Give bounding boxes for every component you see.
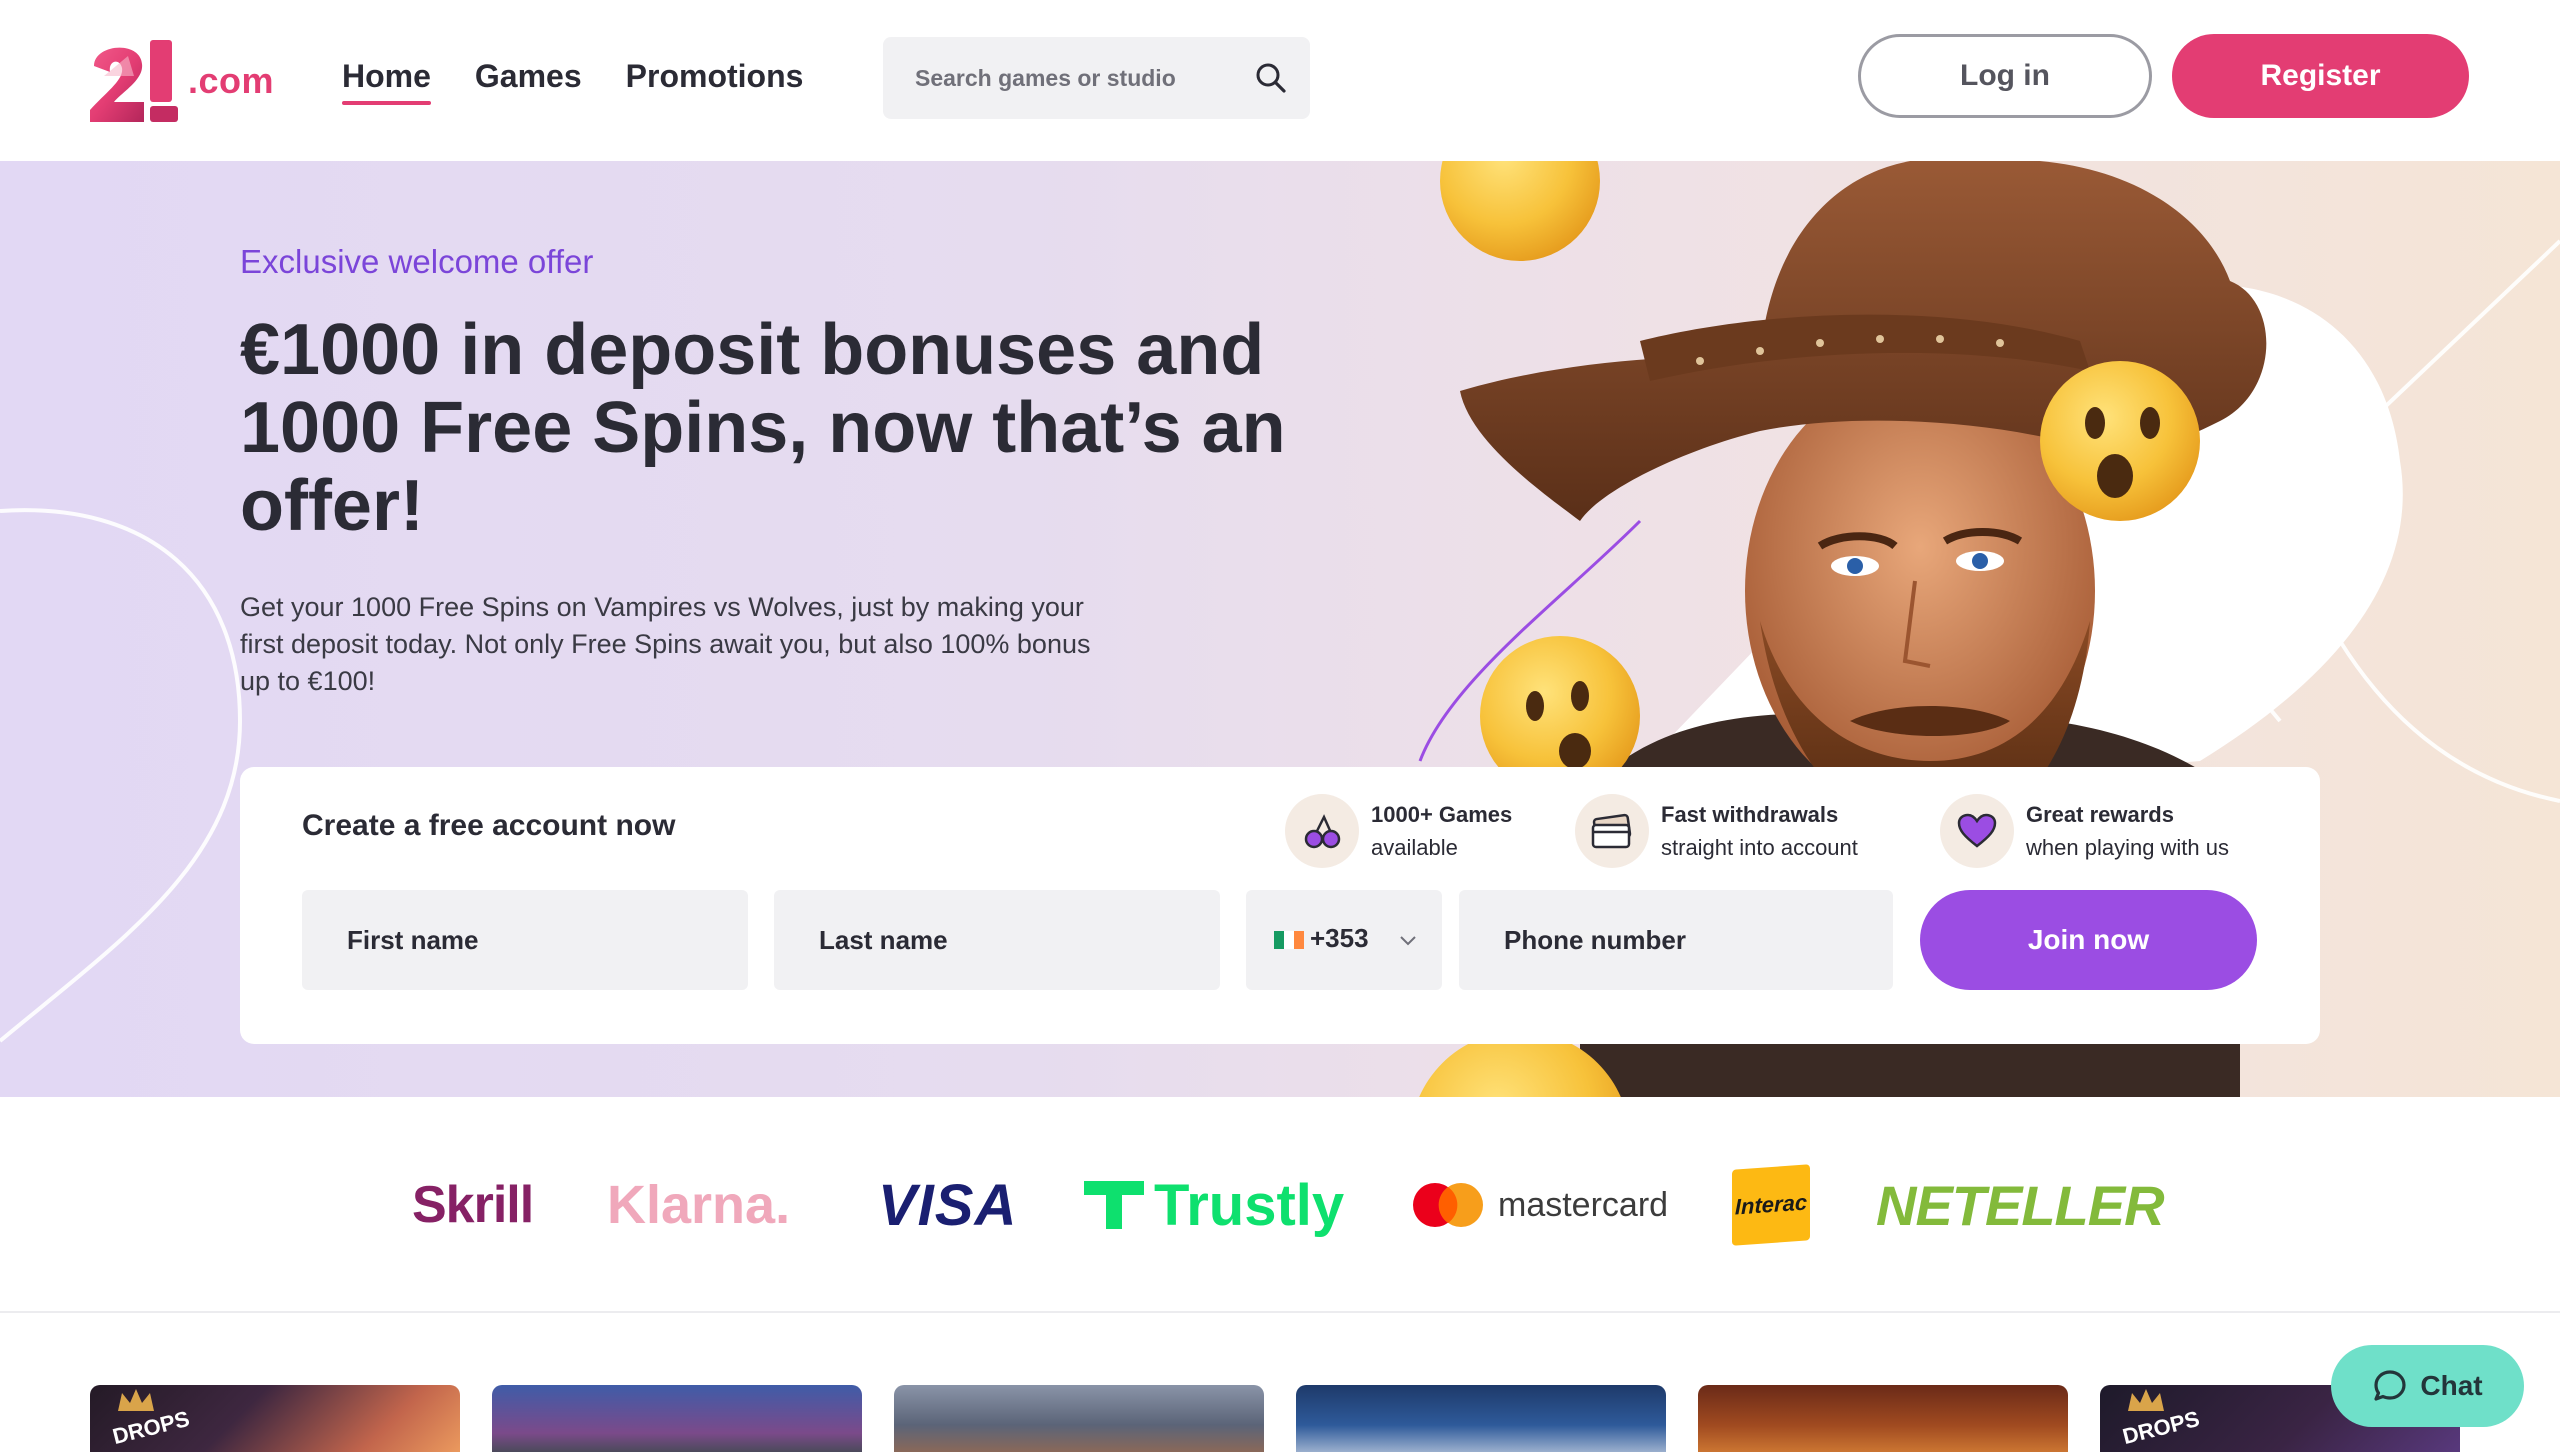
ireland-flag-icon (1274, 931, 1304, 949)
search-icon[interactable] (1252, 59, 1290, 97)
join-now-button[interactable]: Join now (1920, 890, 2257, 990)
chat-button[interactable]: Chat (2331, 1345, 2524, 1427)
last-name-field[interactable] (774, 890, 1220, 990)
nav-games[interactable]: Games (475, 58, 582, 105)
crown-icon (2128, 1389, 2164, 1411)
search-box (883, 37, 1310, 119)
offer-headline: €1000 in deposit bonuses and 1000 Free S… (240, 310, 1286, 546)
feature-withdrawals-subtitle: straight into account (1661, 835, 1858, 860)
game-tile[interactable]: DROPS (90, 1385, 460, 1452)
trustly-logo: Trustly (1084, 1097, 1344, 1313)
first-name-field[interactable] (302, 890, 748, 990)
game-tiles-row: DROPS DROPS (0, 1313, 2560, 1452)
game-tile[interactable] (1296, 1385, 1666, 1452)
site-header: .com Home Games Promotions Log in Regist… (0, 0, 2560, 161)
offer-description: Get your 1000 Free Spins on Vampires vs … (240, 592, 1091, 696)
country-code-value: +353 (1310, 923, 1369, 953)
feature-rewards-subtitle: when playing with us (2026, 835, 2230, 860)
crown-icon (118, 1389, 154, 1411)
chevron-down-icon (1400, 936, 1416, 946)
offer-eyebrow: Exclusive welcome offer (240, 243, 594, 280)
cherries-icon (1285, 794, 1359, 868)
feature-withdrawals: Fast withdrawals straight into account (1575, 792, 1858, 870)
mastercard-circles-icon (1413, 1183, 1483, 1227)
interac-logo: Interac (1732, 1097, 1810, 1313)
mastercard-logo: mastercard (1412, 1097, 1668, 1313)
country-code-select[interactable]: +353 (1246, 890, 1442, 990)
feature-games-title: 1000+ Games (1371, 802, 1513, 827)
chat-label: Chat (2420, 1370, 2483, 1401)
feature-games: 1000+ Games available (1285, 792, 1512, 870)
feature-games-subtitle: available (1371, 835, 1458, 860)
brand-logo-mark (90, 40, 178, 123)
game-tile[interactable] (894, 1385, 1264, 1452)
login-button[interactable]: Log in (1858, 34, 2152, 118)
heart-icon (1940, 794, 2014, 868)
feature-rewards: Great rewards when playing with us (1940, 792, 2229, 870)
nav-home[interactable]: Home (342, 58, 431, 105)
skrill-logo: Skrill (412, 1176, 534, 1234)
main-nav: Home Games Promotions (342, 58, 803, 105)
phone-number-field[interactable] (1459, 890, 1893, 990)
nav-promotions[interactable]: Promotions (626, 58, 804, 105)
visa-logo: VISA (878, 1172, 1018, 1238)
card-icon (1575, 794, 1649, 868)
game-tile[interactable] (492, 1385, 862, 1452)
signup-card: Create a free account now 1000+ Games av… (240, 767, 2320, 1044)
neteller-logo: NETELLER (1876, 1173, 2165, 1237)
game-tile[interactable] (1698, 1385, 2068, 1452)
register-button[interactable]: Register (2172, 34, 2469, 118)
trustly-mark-icon (1084, 1181, 1144, 1229)
signup-title: Create a free account now (302, 809, 676, 842)
site-logo[interactable]: .com (88, 36, 275, 126)
speech-bubble-icon (2374, 1370, 2406, 1401)
feature-rewards-title: Great rewards (2026, 802, 2174, 827)
search-input[interactable] (915, 37, 1245, 119)
klarna-logo: Klarna. (607, 1175, 791, 1235)
payment-methods: Skrill Klarna. VISA Trustly mastercard I… (0, 1097, 2560, 1313)
logo-suffix: .com (188, 60, 275, 101)
feature-withdrawals-title: Fast withdrawals (1661, 802, 1839, 827)
